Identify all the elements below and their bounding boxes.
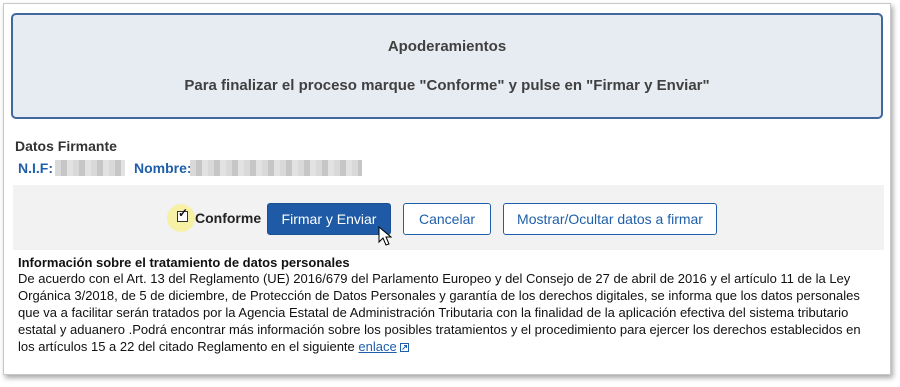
external-link-icon[interactable]	[399, 343, 409, 352]
info-title: Información sobre el tratamiento de dato…	[18, 255, 350, 270]
nif-value-redacted	[55, 160, 125, 176]
check-mark-icon: ✓	[178, 206, 189, 220]
signer-section-title: Datos Firmante	[15, 138, 117, 154]
info-link[interactable]: enlace	[358, 339, 396, 354]
cancel-button[interactable]: Cancelar	[403, 203, 491, 235]
name-value-redacted	[190, 160, 362, 176]
toggle-data-button[interactable]: Mostrar/Ocultar datos a firmar	[503, 203, 717, 235]
instruction-text: Para finalizar el proceso marque "Confor…	[184, 77, 710, 94]
nif-label: N.I.F:	[18, 160, 53, 176]
conforme-checkbox[interactable]: ✓	[177, 207, 188, 222]
mouse-cursor-icon	[378, 226, 392, 246]
info-body-text: De acuerdo con el Art. 13 del Reglamento…	[18, 271, 861, 354]
name-label: Nombre:	[134, 160, 192, 176]
page-header: Apoderamientos Para finalizar el proceso…	[11, 13, 883, 119]
page-title: Apoderamientos	[387, 38, 507, 55]
conforme-label[interactable]: Conforme	[195, 210, 261, 226]
sign-and-send-button[interactable]: Firmar y Enviar	[267, 203, 391, 235]
info-body: De acuerdo con el Art. 13 del Reglamento…	[18, 270, 878, 355]
